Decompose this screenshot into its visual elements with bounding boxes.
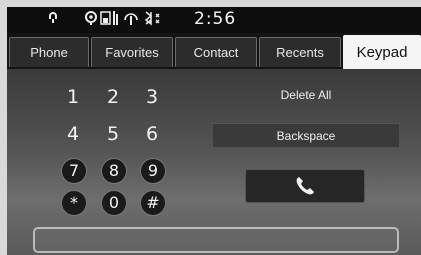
key-3[interactable]: 3 bbox=[139, 84, 165, 110]
tab-phone[interactable]: Phone bbox=[9, 37, 89, 67]
key-8[interactable]: 8 bbox=[101, 158, 127, 184]
key-6[interactable]: 6 bbox=[139, 121, 165, 147]
key-hash[interactable]: # bbox=[140, 190, 166, 216]
key-1[interactable]: 1 bbox=[60, 84, 86, 110]
key-star[interactable]: * bbox=[61, 190, 87, 216]
status-bar: 2:56 bbox=[7, 7, 421, 33]
phone-icon bbox=[294, 175, 316, 202]
tab-contact[interactable]: Contact bbox=[175, 37, 257, 67]
tab-recents[interactable]: Recents bbox=[259, 37, 341, 67]
tab-bar: Phone Favorites Contact Recents Keypad bbox=[7, 33, 421, 69]
clock: 2:56 bbox=[194, 9, 237, 29]
phone-screen: 2:56 Phone Favorites Contact Recents Key… bbox=[7, 7, 421, 255]
key-5[interactable]: 5 bbox=[100, 121, 126, 147]
call-button[interactable] bbox=[245, 169, 365, 203]
key-0[interactable]: 0 bbox=[101, 190, 127, 216]
bluetooth-icon bbox=[141, 10, 167, 30]
keypad-panel: 1 2 3 4 5 6 7 8 9 * 0 # Delete All Backs… bbox=[7, 69, 421, 255]
key-2[interactable]: 2 bbox=[100, 84, 126, 110]
key-9[interactable]: 9 bbox=[140, 158, 166, 184]
tab-favorites[interactable]: Favorites bbox=[91, 37, 173, 67]
tab-keypad[interactable]: Keypad bbox=[343, 35, 421, 69]
signal-icon bbox=[123, 10, 139, 30]
key-4[interactable]: 4 bbox=[60, 121, 86, 147]
voice-icon bbox=[84, 10, 98, 30]
bluetooth-audio-icon bbox=[47, 10, 59, 30]
number-entry-field[interactable] bbox=[33, 227, 399, 253]
phone-battery-icon bbox=[100, 10, 120, 30]
delete-all-button[interactable]: Delete All bbox=[213, 83, 399, 107]
backspace-button[interactable]: Backspace bbox=[213, 123, 399, 147]
key-7[interactable]: 7 bbox=[61, 158, 87, 184]
